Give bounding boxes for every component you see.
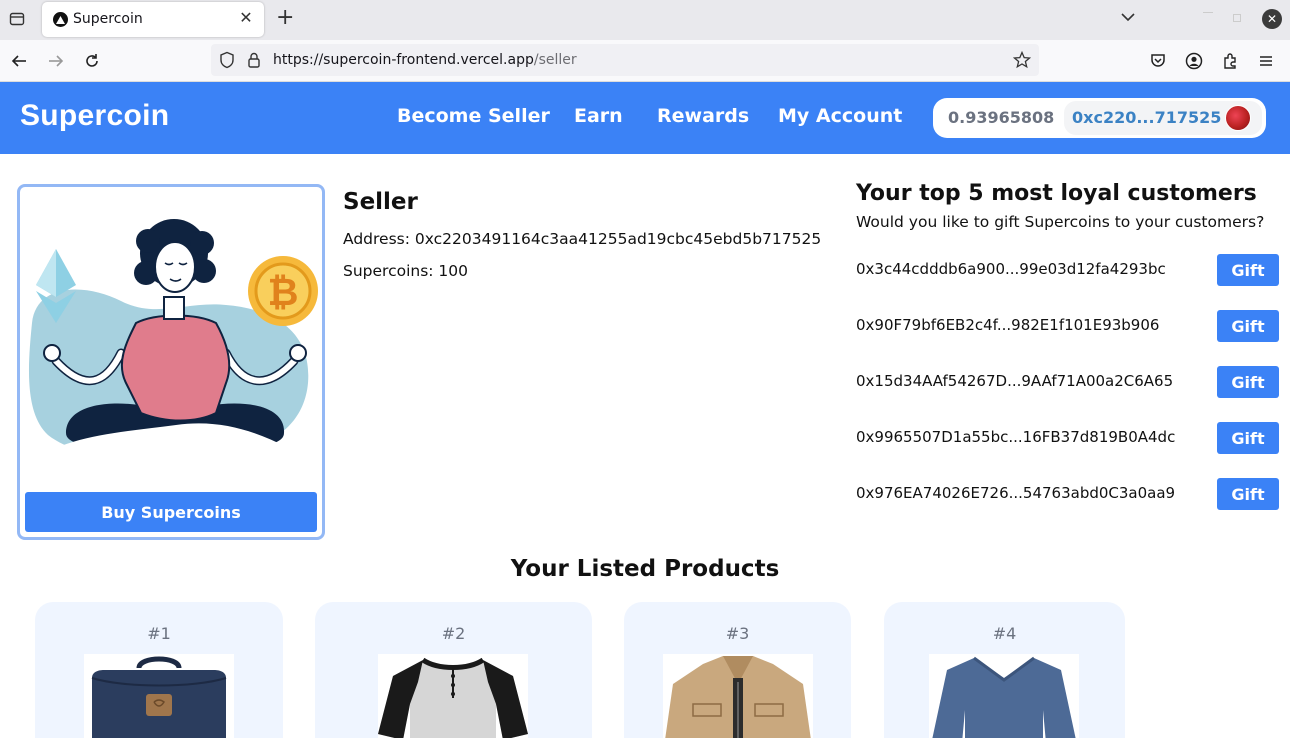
extensions-icon[interactable] (1219, 50, 1241, 72)
reload-icon[interactable] (81, 50, 103, 72)
customer-address: 0x976EA74026E726...54763abd0C3a0aa9 (856, 484, 1176, 502)
wallet-widget[interactable]: 0.93965808 0xc220...717525 (933, 98, 1266, 138)
tab-close-icon[interactable]: ✕ (237, 9, 255, 27)
product-image-blue-sweater (929, 654, 1079, 738)
nav-become-seller[interactable]: Become Seller (397, 105, 550, 127)
url-host: https://supercoin-frontend.vercel.app (273, 52, 534, 68)
product-number: #4 (992, 624, 1017, 643)
gift-button[interactable]: Gift (1217, 422, 1279, 454)
gift-button[interactable]: Gift (1217, 254, 1279, 286)
seller-card: ₿ Buy Supercoins (17, 184, 325, 540)
product-card[interactable]: #3 (624, 602, 851, 738)
browser-nav-bar: https://supercoin-frontend.vercel.app/se… (0, 40, 1290, 82)
product-card[interactable]: #1 (35, 602, 283, 738)
nav-earn[interactable]: Earn (574, 105, 623, 127)
shield-icon[interactable] (219, 51, 235, 73)
window-close-icon[interactable]: ✕ (1262, 9, 1282, 29)
seller-supercoins: Supercoins: 100 (343, 262, 469, 280)
brand-logo[interactable]: Supercoin (20, 99, 169, 133)
gift-button[interactable]: Gift (1217, 310, 1279, 342)
product-number: #3 (725, 624, 750, 643)
favicon-icon (53, 12, 68, 27)
product-number: #1 (147, 624, 171, 643)
customer-row: 0x3c44cdddb6a900...99e03d12fa4293bc Gift (856, 254, 1279, 286)
products-title: Your Listed Products (510, 556, 780, 582)
customer-row: 0x90F79bf6EB2c4f...982E1f101E93b906 Gift (856, 310, 1279, 342)
account-icon[interactable] (1183, 50, 1205, 72)
back-icon[interactable] (8, 50, 30, 72)
product-image-khaki-jacket (663, 654, 813, 738)
bookmark-star-icon[interactable] (1012, 50, 1032, 73)
lock-icon[interactable] (247, 51, 261, 73)
chevron-down-icon[interactable] (1120, 9, 1136, 29)
customer-address: 0x15d34AAf54267D...9AAf71A00a2C6A65 (856, 372, 1174, 390)
product-image-backpack (84, 654, 234, 738)
tab-title: Supercoin (73, 11, 143, 27)
maximize-icon[interactable] (1233, 14, 1241, 22)
seller-title: Seller (343, 189, 418, 215)
customers-subtitle: Would you like to gift Supercoins to you… (856, 213, 1265, 231)
customer-address: 0x9965507D1a55bc...16FB37d819B0A4dc (856, 428, 1176, 446)
wallet-avatar (1225, 105, 1251, 131)
customer-row: 0x976EA74026E726...54763abd0C3a0aa9 Gift (856, 478, 1279, 510)
url-path: /seller (533, 52, 577, 68)
wallet-address-button[interactable]: 0xc220...717525 (1064, 101, 1262, 135)
app-header: Supercoin Become Seller Earn Rewards My … (0, 82, 1290, 154)
url-text: https://supercoin-frontend.vercel.app/se… (273, 52, 577, 68)
meditation-illustration: ₿ (26, 219, 318, 465)
seller-address: Address: 0xc2203491164c3aa41255ad19cbc45… (343, 230, 822, 248)
gift-button[interactable]: Gift (1217, 366, 1279, 398)
pocket-icon[interactable] (1147, 50, 1169, 72)
forward-icon[interactable] (45, 50, 67, 72)
product-card[interactable]: #2 (315, 602, 592, 738)
menu-icon[interactable] (1255, 50, 1277, 72)
customer-row: 0x15d34AAf54267D...9AAf71A00a2C6A65 Gift (856, 366, 1279, 398)
customers-title: Your top 5 most loyal customers (856, 181, 1257, 206)
tab-list-icon[interactable] (6, 8, 28, 30)
browser-tab-bar: Supercoin ✕ + ✕ (0, 0, 1290, 40)
svg-text:₿: ₿ (268, 270, 299, 314)
product-image-henley-shirt (378, 654, 528, 738)
wallet-balance: 0.93965808 (948, 108, 1055, 127)
new-tab-icon[interactable]: + (276, 7, 294, 29)
buy-supercoins-button[interactable]: Buy Supercoins (25, 492, 317, 532)
nav-my-account[interactable]: My Account (778, 105, 902, 127)
browser-tab[interactable]: Supercoin ✕ (42, 2, 264, 37)
product-card[interactable]: #4 (884, 602, 1125, 738)
nav-rewards[interactable]: Rewards (657, 105, 749, 127)
minimize-icon[interactable] (1203, 12, 1213, 13)
customer-row: 0x9965507D1a55bc...16FB37d819B0A4dc Gift (856, 422, 1279, 454)
product-number: #2 (441, 624, 466, 643)
gift-button[interactable]: Gift (1217, 478, 1279, 510)
wallet-address: 0xc220...717525 (1072, 108, 1222, 127)
customer-address: 0x90F79bf6EB2c4f...982E1f101E93b906 (856, 316, 1160, 334)
url-bar[interactable]: https://supercoin-frontend.vercel.app/se… (211, 44, 1039, 76)
customer-address: 0x3c44cdddb6a900...99e03d12fa4293bc (856, 260, 1166, 278)
